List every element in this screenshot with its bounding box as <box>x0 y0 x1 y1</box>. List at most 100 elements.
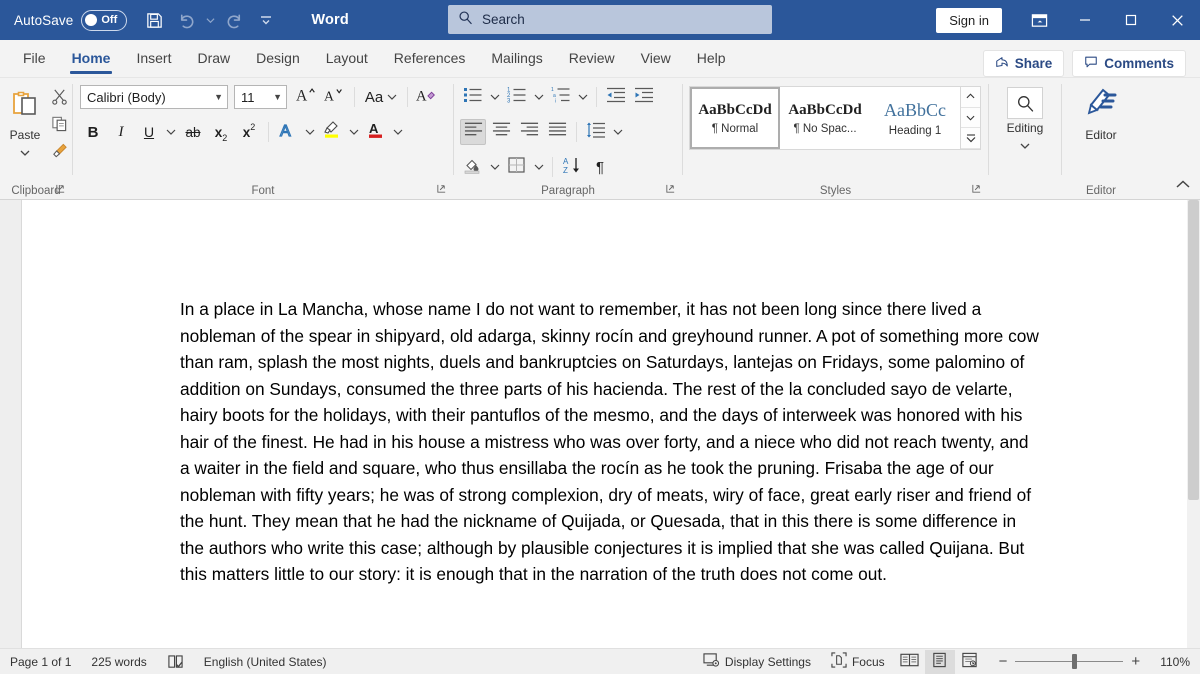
sign-in-button[interactable]: Sign in <box>936 7 1002 33</box>
language-indicator[interactable]: English (United States) <box>194 649 337 674</box>
style-item-heading-1[interactable]: AaBbCc Heading 1 <box>870 87 960 149</box>
undo-icon[interactable] <box>171 5 201 35</box>
show-formatting-marks-button[interactable]: ¶ <box>587 154 613 180</box>
autosave-control[interactable]: AutoSave Off <box>14 9 128 31</box>
editing-button[interactable]: Editing <box>997 83 1053 155</box>
proofing-errors-icon[interactable] <box>157 649 194 674</box>
borders-button[interactable] <box>504 154 530 180</box>
document-paragraph[interactable]: In a place in La Mancha, whose name I do… <box>180 296 1040 588</box>
customize-quick-access-toolbar-icon[interactable] <box>251 5 281 35</box>
tab-review[interactable]: Review <box>556 39 628 77</box>
copy-button[interactable] <box>46 113 72 139</box>
close-icon[interactable] <box>1154 0 1200 40</box>
align-right-button[interactable] <box>516 119 542 145</box>
line-spacing-chevron-down-icon[interactable] <box>611 119 625 145</box>
zoom-out-button[interactable]: − <box>991 653 1016 670</box>
dialog-launcher-icon[interactable] <box>665 183 676 197</box>
zoom-level-label[interactable]: 110% <box>1154 655 1200 669</box>
decrease-indent-button[interactable] <box>603 84 629 110</box>
underline-button[interactable]: U <box>136 119 162 145</box>
styles-scroll-up-chevron-up-icon[interactable] <box>961 87 980 108</box>
bullets-button[interactable] <box>460 84 486 110</box>
ribbon-display-options-icon[interactable] <box>1016 0 1062 40</box>
zoom-slider-handle[interactable] <box>1072 654 1078 669</box>
search-box[interactable] <box>448 5 772 34</box>
page-indicator[interactable]: Page 1 of 1 <box>0 649 81 674</box>
numbering-chevron-down-icon[interactable] <box>532 84 546 110</box>
numbering-button[interactable]: 123 <box>504 84 530 110</box>
zoom-slider-track[interactable] <box>1015 654 1124 669</box>
tab-insert[interactable]: Insert <box>123 39 184 77</box>
superscript-button[interactable]: x2 <box>236 119 262 145</box>
align-center-button[interactable] <box>488 119 514 145</box>
word-count[interactable]: 225 words <box>81 649 156 674</box>
tab-layout[interactable]: Layout <box>313 39 381 77</box>
minimize-icon[interactable] <box>1062 0 1108 40</box>
shading-button[interactable] <box>460 154 486 180</box>
tab-mailings[interactable]: Mailings <box>478 39 555 77</box>
bold-button[interactable]: B <box>80 119 106 145</box>
align-left-button[interactable] <box>460 119 486 145</box>
shading-chevron-down-icon[interactable] <box>488 154 502 180</box>
sort-button[interactable]: AZ <box>559 154 585 180</box>
comments-button[interactable]: Comments <box>1072 50 1186 77</box>
styles-scroll-down-chevron-down-icon[interactable] <box>961 107 980 129</box>
font-color-button[interactable]: A <box>363 119 389 145</box>
tab-help[interactable]: Help <box>684 39 739 77</box>
grow-font-button[interactable]: A <box>294 84 320 110</box>
format-painter-button[interactable] <box>46 140 72 166</box>
justify-button[interactable] <box>544 119 570 145</box>
underline-chevron-down-icon[interactable] <box>164 119 178 145</box>
dialog-launcher-icon[interactable] <box>436 183 447 197</box>
document-page[interactable]: In a place in La Mancha, whose name I do… <box>22 200 1200 648</box>
search-input[interactable] <box>482 12 762 27</box>
clear-formatting-button[interactable]: A <box>414 84 440 110</box>
text-highlight-button[interactable] <box>319 119 345 145</box>
text-effects-button[interactable]: A <box>275 119 301 145</box>
styles-more-icon[interactable] <box>961 128 980 150</box>
style-item-no-spacing[interactable]: AaBbCcDd ¶ No Spac... <box>780 87 870 149</box>
increase-indent-button[interactable] <box>631 84 657 110</box>
highlight-chevron-down-icon[interactable] <box>347 119 361 145</box>
share-button[interactable]: Share <box>982 50 1065 77</box>
collapse-ribbon-button[interactable] <box>1175 177 1191 195</box>
strikethrough-button[interactable]: ab <box>180 119 206 145</box>
save-icon[interactable] <box>139 5 169 35</box>
italic-button[interactable]: I <box>108 119 134 145</box>
subscript-button[interactable]: x2 <box>208 119 234 145</box>
paste-dropdown-chevron-down-icon[interactable] <box>20 144 30 162</box>
display-settings-button[interactable]: Display Settings <box>693 649 821 674</box>
vertical-scrollbar[interactable] <box>1187 200 1200 648</box>
tab-home[interactable]: Home <box>59 39 124 77</box>
tab-view[interactable]: View <box>628 39 684 77</box>
multilevel-list-button[interactable]: 1ai <box>548 84 574 110</box>
borders-chevron-down-icon[interactable] <box>532 154 546 180</box>
undo-dropdown-chevron-down-icon[interactable] <box>203 5 217 35</box>
autosave-toggle[interactable]: Off <box>81 9 128 31</box>
dialog-launcher-icon[interactable] <box>971 183 982 197</box>
print-layout-button[interactable] <box>924 649 955 674</box>
tab-design[interactable]: Design <box>243 39 313 77</box>
line-spacing-button[interactable] <box>583 119 609 145</box>
maximize-icon[interactable] <box>1108 0 1154 40</box>
redo-icon[interactable] <box>219 5 249 35</box>
tab-references[interactable]: References <box>381 39 479 77</box>
font-size-combobox[interactable]: 11 ▼ <box>234 85 287 109</box>
font-color-chevron-down-icon[interactable] <box>391 119 405 145</box>
zoom-slider[interactable]: − + <box>985 653 1155 670</box>
font-name-combobox[interactable]: Calibri (Body) ▼ <box>80 85 228 109</box>
paste-button[interactable]: Paste <box>4 83 46 162</box>
bullets-chevron-down-icon[interactable] <box>488 84 502 110</box>
read-mode-button[interactable] <box>895 650 925 674</box>
tab-file[interactable]: File <box>10 39 59 77</box>
multilevel-chevron-down-icon[interactable] <box>576 84 590 110</box>
tab-draw[interactable]: Draw <box>184 39 243 77</box>
zoom-in-button[interactable]: + <box>1123 653 1148 670</box>
change-case-button[interactable]: Aa <box>361 84 401 110</box>
shrink-font-button[interactable]: A <box>322 84 348 110</box>
text-effects-chevron-down-icon[interactable] <box>303 119 317 145</box>
dialog-launcher-icon[interactable] <box>55 183 66 197</box>
cut-button[interactable] <box>46 86 72 112</box>
editor-button[interactable]: Editor <box>1073 83 1129 142</box>
focus-button[interactable]: Focus <box>821 649 895 674</box>
